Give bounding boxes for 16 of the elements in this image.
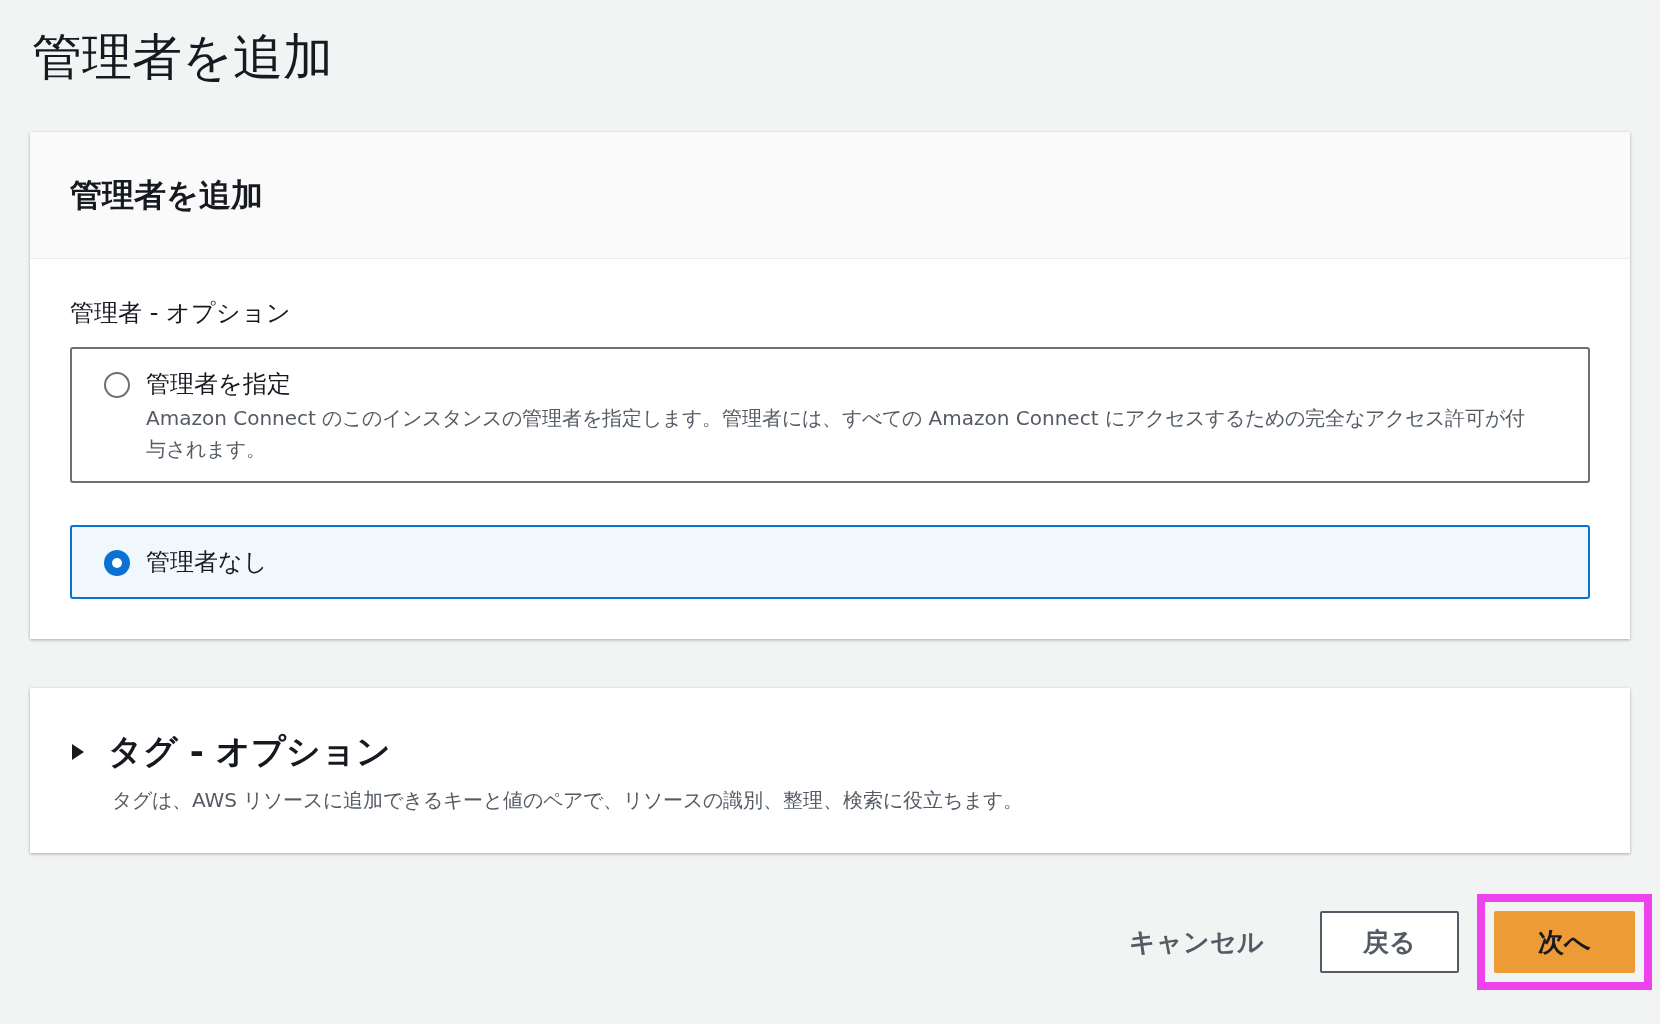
option-label: 管理者を指定	[146, 369, 292, 400]
option-description: Amazon Connect のこのインスタンスの管理者を指定します。管理者には、すべての Amazon Connect にアクセスするための完全なアクセス許可が付与されます。	[146, 405, 1526, 463]
panel-title: 管理者を追加	[70, 175, 263, 216]
caret-right-icon	[70, 742, 86, 761]
radio-option[interactable]: 管理者なし	[70, 525, 1590, 599]
button[interactable]: 戻る	[1320, 911, 1459, 973]
page-title: 管理者を追加	[32, 27, 333, 88]
radio-button[interactable]	[104, 550, 130, 576]
expand-toggle[interactable]: タグ - オプション	[70, 726, 391, 777]
panel-description: タグは、AWS リソースに追加できるキーと値のペアで、リソースの識別、整理、検索に役立ちます。	[112, 787, 1025, 814]
radio-option[interactable]: 管理者を指定 Amazon Connect のこのインスタンスの管理者を指定します。管理者には、すべての Amazon Connect にアクセスするための完全なアクセス許可が付与されます。	[70, 347, 1590, 483]
button[interactable]: 次へ	[1494, 911, 1635, 973]
field-label: 管理者 - オプション	[70, 298, 291, 329]
option-label: 管理者なし	[146, 547, 268, 578]
cancel-link[interactable]: キャンセル	[1101, 911, 1292, 973]
radio-button[interactable]	[104, 372, 130, 398]
